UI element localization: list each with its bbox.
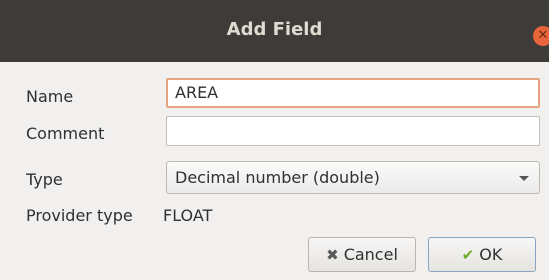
ok-button[interactable]: ✔ OK [428, 237, 536, 272]
checkmark-icon: ✔ [461, 245, 475, 264]
name-label: Name [26, 87, 74, 106]
chevron-down-icon [519, 176, 529, 181]
dialog-title: Add Field [226, 19, 323, 40]
type-selected-value: Decimal number (double) [175, 168, 380, 187]
type-label: Type [26, 170, 63, 189]
title-bar: Add Field ✕ [0, 0, 549, 62]
comment-field[interactable] [166, 116, 540, 146]
cancel-button-label: Cancel [343, 245, 398, 264]
add-field-dialog: Add Field ✕ Name AREA Comment Type Decim… [0, 0, 549, 280]
x-icon: ✖ [326, 245, 339, 264]
ok-button-label: OK [479, 245, 503, 264]
provider-type-value: FLOAT [163, 206, 213, 225]
comment-label: Comment [26, 124, 105, 143]
provider-type-label: Provider type [26, 206, 133, 225]
close-button[interactable]: ✕ [533, 26, 549, 46]
type-select[interactable]: Decimal number (double) [166, 161, 540, 194]
close-icon: ✕ [537, 28, 549, 43]
name-field[interactable]: AREA [166, 78, 540, 108]
dialog-body: Name AREA Comment Type Decimal number (d… [0, 62, 549, 280]
cancel-button[interactable]: ✖ Cancel [308, 237, 416, 272]
